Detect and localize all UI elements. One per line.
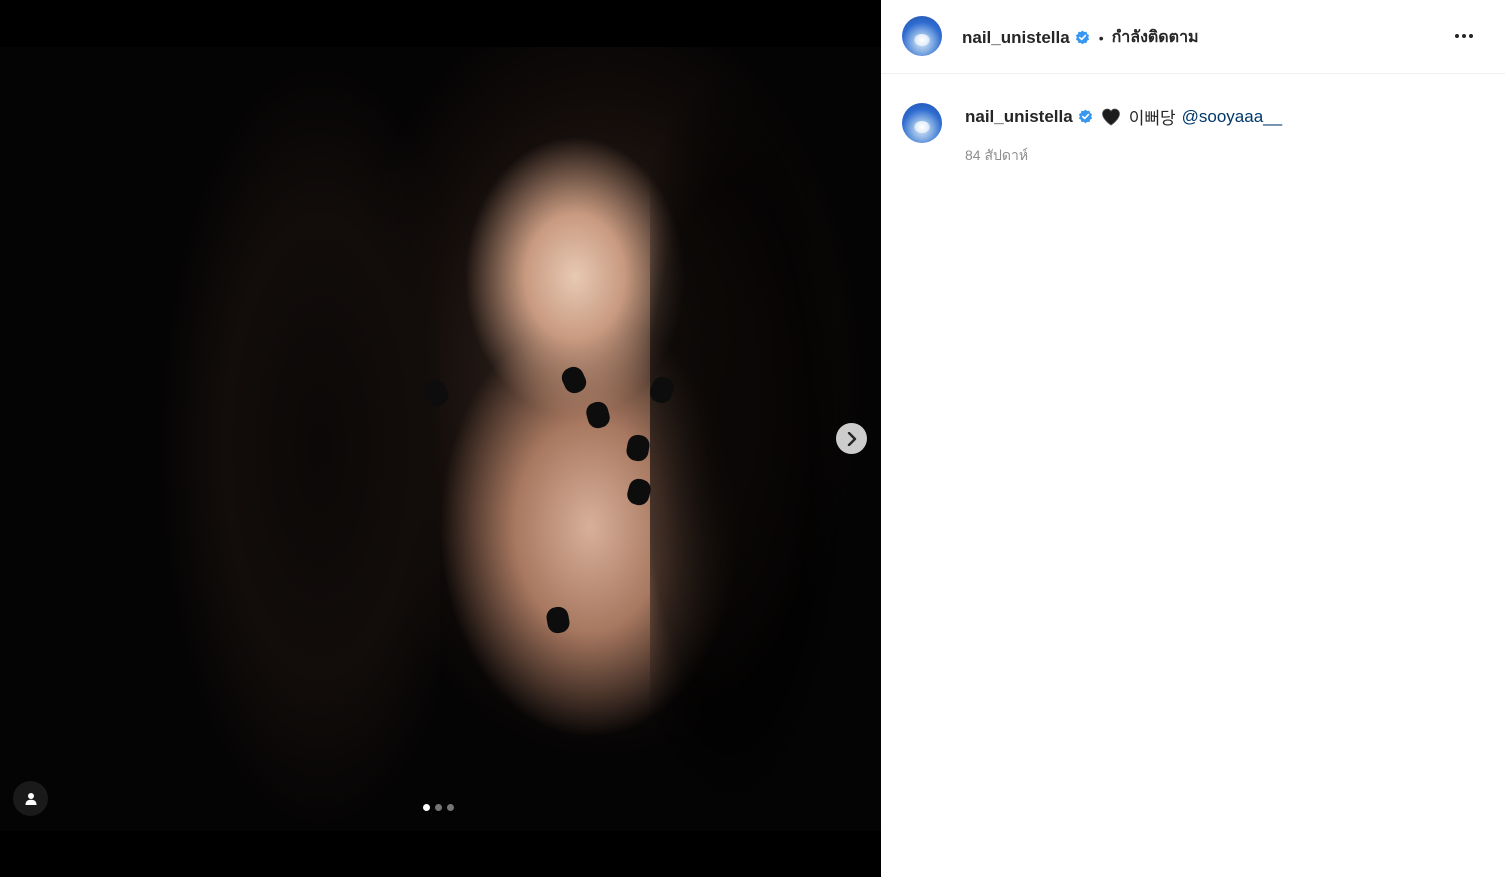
user-icon: [25, 792, 36, 805]
post-photo[interactable]: [0, 47, 881, 831]
carousel-dot: [447, 804, 454, 811]
verified-badge-icon: [1075, 30, 1089, 45]
following-button[interactable]: กำลังติดตาม: [1112, 25, 1199, 50]
more-dot-icon: [1462, 34, 1466, 38]
separator-dot: •: [1098, 29, 1104, 46]
carousel-dot: [435, 804, 442, 811]
photo-region: [625, 476, 653, 508]
caption: nail_unistella 이뻐당 @sooyaaa__: [965, 104, 1282, 129]
carousel-dot-active: [423, 804, 430, 811]
author-avatar[interactable]: [902, 16, 942, 56]
more-options-button[interactable]: [1449, 22, 1479, 50]
tagged-users-button[interactable]: [13, 781, 48, 816]
author-username[interactable]: nail_unistella: [962, 28, 1070, 48]
photo-region: [584, 399, 612, 431]
post-header: nail_unistella • กำลังติดตาม: [881, 0, 1505, 74]
post-timestamp[interactable]: 84 สัปดาห์: [965, 145, 1028, 167]
photo-region: [120, 47, 440, 831]
post-details-pane: nail_unistella • กำลังติดตาม nail_uniste…: [881, 0, 1505, 877]
carousel-indicator: [423, 804, 454, 811]
verified-badge-icon: [1078, 109, 1092, 124]
caption-author-avatar[interactable]: [902, 103, 942, 143]
next-image-button[interactable]: [836, 423, 867, 454]
black-heart-icon: [1101, 108, 1120, 125]
media-pane: [0, 0, 881, 877]
more-dot-icon: [1469, 34, 1473, 38]
caption-text: 이뻐당: [1128, 109, 1176, 128]
header-user-row: nail_unistella • กำลังติดตาม: [962, 25, 1199, 50]
caption-author-username[interactable]: nail_unistella: [965, 107, 1073, 127]
mention-link[interactable]: @sooyaaa__: [1182, 107, 1282, 127]
chevron-right-icon: [847, 431, 856, 446]
photo-region: [558, 363, 590, 397]
photo-region: [624, 433, 652, 463]
more-dot-icon: [1455, 34, 1459, 38]
photo-region: [544, 605, 572, 635]
